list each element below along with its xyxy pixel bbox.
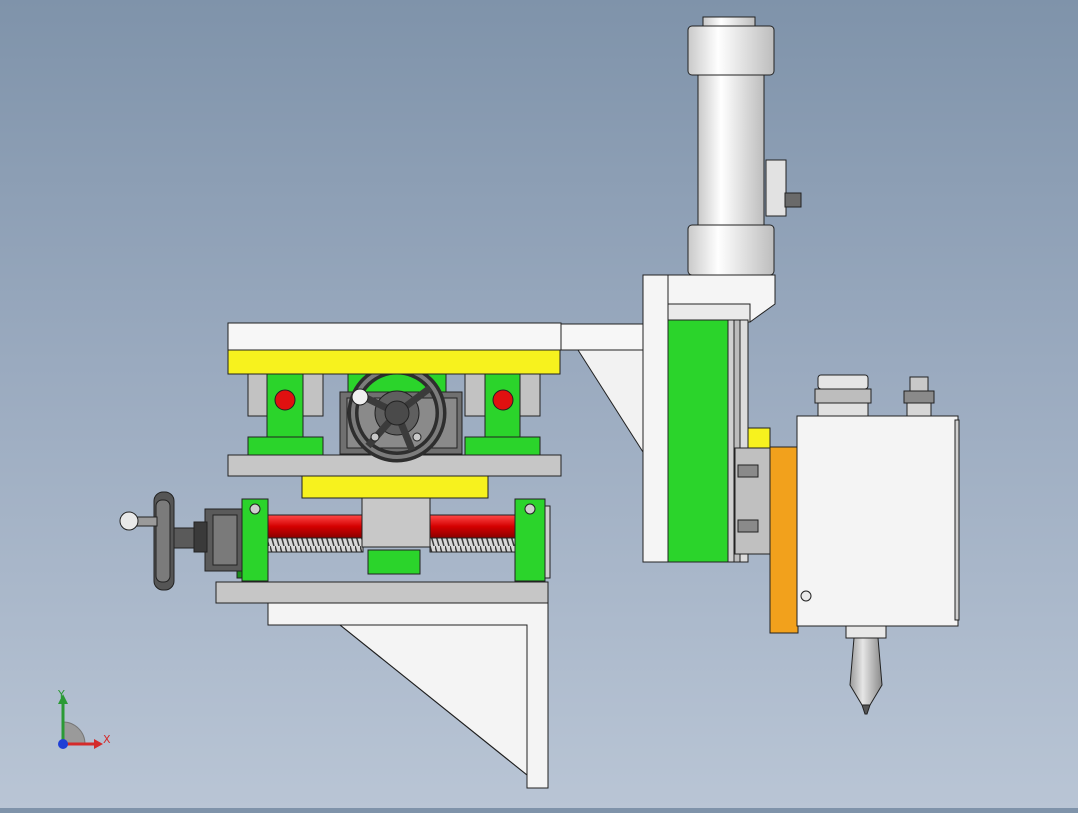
connector-arm <box>560 323 644 454</box>
top-yellow-plate <box>227 349 561 375</box>
center-yellow-plate <box>301 475 489 499</box>
top-white-plate <box>227 322 562 351</box>
green-slide-plate <box>667 319 729 563</box>
spring-left <box>267 537 364 553</box>
orange-mount-plate <box>769 446 799 634</box>
cad-viewport[interactable]: X Y <box>0 0 1078 808</box>
fitting-icon <box>814 374 935 417</box>
base-rail <box>215 581 549 604</box>
bottom-angle-bracket <box>267 602 549 789</box>
right-assembly <box>642 16 960 715</box>
triad-axis-icon <box>58 694 103 749</box>
marker-head-box <box>796 415 959 627</box>
slide-clamp <box>734 447 772 555</box>
marking-stylus <box>845 625 887 715</box>
left-assembly <box>119 322 562 789</box>
spring-right <box>429 537 516 553</box>
screw-nut <box>361 497 431 548</box>
axis-label-y: Y <box>58 688 65 701</box>
side-handwheel-icon[interactable] <box>119 491 175 591</box>
pneumatic-cylinder <box>687 16 802 276</box>
cad-model-view <box>58 16 960 789</box>
axis-label-x: X <box>103 733 111 746</box>
